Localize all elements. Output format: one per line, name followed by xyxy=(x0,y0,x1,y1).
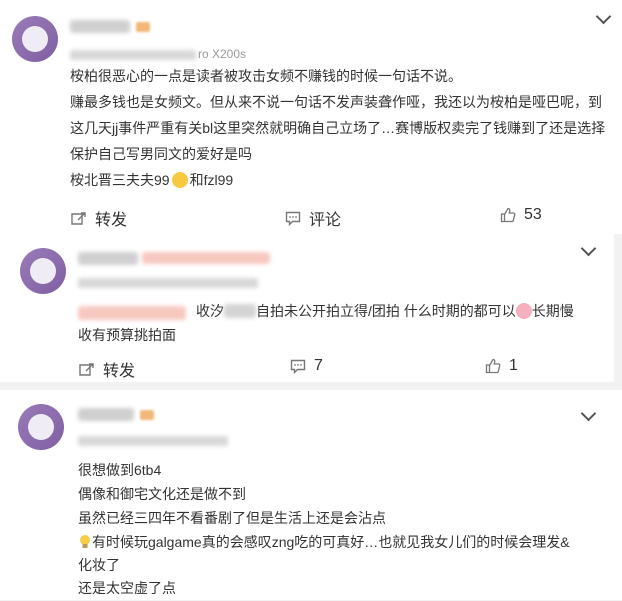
timestamp-redacted xyxy=(70,50,196,60)
comment-text-part: 有时候玩galgame真的会感叹zng吃的可真好…也就见我女儿们的时候会理发& xyxy=(92,534,570,550)
tag-text: 和fzl99 xyxy=(189,172,234,188)
comment-text-line: 这几天jj事件严重有关bl这里突然就明确自己立场了…赛博版权卖完了钱赚到了还是选… xyxy=(70,120,606,136)
like-button[interactable]: 1 xyxy=(485,357,518,375)
comment-button[interactable]: 7 xyxy=(290,357,323,375)
like-count: 53 xyxy=(524,206,542,223)
lightbulb-icon xyxy=(80,535,90,548)
mention-redacted xyxy=(78,306,186,320)
username-redacted[interactable] xyxy=(78,252,138,265)
repost-button[interactable]: 转发 xyxy=(78,357,135,381)
comment-text-line: 还是太空虚了点 xyxy=(78,580,176,596)
comment-text-line: 收有预算挑拍面 xyxy=(78,327,176,343)
comment-card-1: ro X200s 桉柏很恶心的一点是读者被攻击女频不赚钱的时候一句话不说。 赚最… xyxy=(0,0,622,234)
repost-label: 转发 xyxy=(95,212,128,229)
tag-text: 桉北晋三夫夫99 xyxy=(70,172,170,188)
repost-button[interactable]: 转发 xyxy=(70,206,127,230)
comment-text-line: 收汐 自拍未公开拍立得/团拍 什么时期的都可以 长期慢 xyxy=(196,298,574,324)
repost-icon xyxy=(79,362,94,376)
comment-text-part: 自拍未公开拍立得/团拍 什么时期的都可以 xyxy=(256,303,516,319)
comment-icon xyxy=(290,359,306,374)
like-icon xyxy=(500,207,516,223)
comment-text-line: 赚最多钱也是女频文。但从来不说一句话不发声装聋作哑，我还以为桉柏是哑巴呢，到 xyxy=(70,94,602,110)
username-redacted[interactable] xyxy=(78,408,134,421)
user-badge xyxy=(140,410,154,420)
comment-text-line: 虽然已经三四年不看番剧了但是生活上还是会沾点 xyxy=(78,510,386,526)
comment-text-line: 很想做到6tb4 xyxy=(78,462,162,478)
comment-text-part: 收汐 xyxy=(196,303,224,319)
comment-text-line: 保护自己写男同文的爱好是吗 xyxy=(70,146,252,162)
like-icon xyxy=(485,358,501,374)
chevron-down-icon[interactable] xyxy=(580,405,597,422)
repost-icon xyxy=(71,211,86,225)
comment-button[interactable]: 评论 xyxy=(285,206,341,230)
user-badge xyxy=(136,22,150,32)
comment-text-part: 长期慢 xyxy=(531,303,574,319)
comment-card-3: 很想做到6tb4 偶像和御宅文化还是做不到 虽然已经三四年不看番剧了但是生活上还… xyxy=(0,390,622,600)
comment-text-line: 桉北晋三夫夫99 和fzl99 xyxy=(70,167,233,193)
avatar[interactable] xyxy=(12,16,58,62)
user-tags-redacted xyxy=(142,252,270,264)
like-count: 1 xyxy=(509,357,518,374)
username-redacted[interactable] xyxy=(70,20,130,33)
comment-card-2: 收汐 自拍未公开拍立得/团拍 什么时期的都可以 长期慢 收有预算挑拍面 转发 7 1 xyxy=(0,234,614,382)
comment-text-line: 有时候玩galgame真的会感叹zng吃的可真好…也就见我女儿们的时候会理发& xyxy=(78,529,570,555)
comment-icon xyxy=(285,211,301,226)
comment-label: 评论 xyxy=(309,212,342,229)
avatar[interactable] xyxy=(18,404,64,450)
like-button[interactable]: 53 xyxy=(500,206,542,224)
chevron-down-icon[interactable] xyxy=(580,240,597,257)
timestamp-redacted xyxy=(78,278,258,288)
comment-text-line: 偶像和御宅文化还是做不到 xyxy=(78,486,246,502)
avatar[interactable] xyxy=(20,248,66,294)
chevron-down-icon[interactable] xyxy=(595,8,612,25)
comment-count: 7 xyxy=(314,357,323,374)
emoji-icon xyxy=(515,303,532,319)
timestamp-redacted xyxy=(78,436,228,446)
device-label: ro X200s xyxy=(198,47,247,61)
comment-text-line: 桉柏很恶心的一点是读者被攻击女频不赚钱的时候一句话不说。 xyxy=(70,68,462,84)
emoji-icon xyxy=(171,172,188,188)
repost-label: 转发 xyxy=(103,363,136,380)
text-redacted xyxy=(224,304,256,318)
